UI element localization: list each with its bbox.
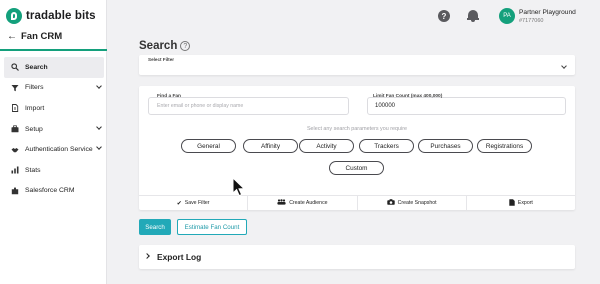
save-filter-label: Save Filter [184, 200, 210, 206]
select-filter-label: Select Filter [148, 57, 175, 62]
mouse-cursor-icon [232, 177, 245, 197]
camera-icon [386, 199, 395, 207]
help-icon[interactable]: ? [438, 10, 450, 22]
create-snapshot-label: Create Snapshot [397, 200, 437, 206]
users-icon [277, 199, 286, 207]
create-snapshot-button[interactable]: Create Snapshot [358, 196, 467, 210]
filter-icon [11, 84, 19, 92]
back-to-fan-crm[interactable]: ← Fan CRM [7, 31, 62, 42]
chevron-down-icon [96, 123, 102, 130]
handshake-icon [11, 146, 19, 154]
section-title: Fan CRM [21, 31, 63, 42]
bar-chart-icon [11, 166, 19, 174]
export-log-panel[interactable]: Export Log [139, 245, 575, 269]
sidebar-item-salesforce-crm[interactable]: Salesforce CRM [4, 181, 104, 202]
sidebar-item-label: Stats [25, 166, 41, 174]
file-export-icon [509, 198, 515, 208]
sidebar-item-label: Authentication Service [25, 146, 93, 154]
sidebar-item-label: Import [25, 104, 45, 112]
sidebar-item-authentication-service[interactable]: Authentication Service [4, 139, 104, 160]
puzzle-icon [11, 187, 19, 195]
page-title-text: Search [139, 40, 178, 52]
chevron-down-icon [561, 63, 567, 69]
sidebar-item-label: Salesforce CRM [25, 187, 75, 195]
notification-bell-icon[interactable] [467, 9, 479, 23]
import-icon [11, 104, 19, 113]
create-audience-label: Create Audience [289, 200, 328, 206]
logo-mark-icon [6, 8, 22, 24]
param-activity-button[interactable]: Activity [299, 139, 354, 153]
parameters-hint: Select any search parameters you require [306, 126, 408, 132]
sidebar-nav: Search Filters Import Setup Authenticati… [4, 57, 104, 201]
param-trackers-button[interactable]: Trackers [359, 139, 414, 153]
back-arrow-icon: ← [7, 31, 17, 42]
param-purchases-button[interactable]: Purchases [418, 139, 473, 153]
question-circle-icon[interactable]: ? [180, 41, 191, 51]
page-title: Search ? [139, 40, 191, 52]
export-log-title: Export Log [157, 252, 202, 262]
save-filter-button[interactable]: ✔ Save Filter [139, 196, 249, 210]
sidebar-item-import[interactable]: Import [4, 98, 104, 119]
sidebar-item-label: Setup [25, 125, 43, 133]
param-affinity-button[interactable]: Affinity [243, 139, 298, 153]
briefcase-icon [11, 125, 19, 133]
brand-name: tradable bits [26, 10, 96, 22]
chevron-down-icon [96, 82, 102, 89]
param-general-button[interactable]: General [181, 139, 236, 153]
search-button[interactable]: Search [139, 219, 171, 235]
avatar[interactable]: PA [499, 8, 515, 24]
sidebar-item-label: Filters [25, 84, 44, 92]
account-id: #7177060 [519, 18, 544, 24]
select-filter-dropdown[interactable]: Select Filter [139, 55, 575, 75]
sidebar-item-stats[interactable]: Stats [4, 160, 104, 181]
sidebar-item-search[interactable]: Search [4, 57, 104, 78]
account-name[interactable]: Partner Playground [519, 9, 576, 16]
brand-logo[interactable]: tradable bits [6, 8, 96, 24]
search-icon [11, 63, 19, 72]
chevron-right-icon [144, 253, 150, 259]
sidebar: tradable bits ← Fan CRM Search Filters I… [0, 0, 107, 284]
param-registrations-button[interactable]: Registrations [477, 139, 532, 153]
sidebar-divider [0, 49, 107, 51]
sidebar-item-filters[interactable]: Filters [4, 78, 104, 99]
find-fan-label: Find a Fan [157, 94, 181, 99]
search-actions-toolbar: ✔ Save Filter Create Audience Create Sna… [139, 195, 575, 210]
estimate-fan-count-button[interactable]: Estimate Fan Count [177, 219, 247, 235]
check-icon: ✔ [176, 200, 182, 207]
sidebar-item-setup[interactable]: Setup [4, 119, 104, 140]
search-card: Enter email or phone or display name Fin… [139, 86, 575, 210]
limit-fan-count-label: Limit Fan Count (max 400,000) [373, 94, 443, 99]
limit-fan-count-input[interactable]: 100000 [367, 97, 566, 115]
chevron-down-icon [96, 144, 102, 151]
sidebar-item-label: Search [25, 63, 48, 71]
create-audience-button[interactable]: Create Audience [248, 196, 358, 210]
export-label: Export [517, 200, 533, 206]
find-fan-input[interactable]: Enter email or phone or display name [148, 97, 349, 115]
export-button[interactable]: Export [467, 196, 575, 210]
param-custom-button[interactable]: Custom [329, 161, 384, 175]
